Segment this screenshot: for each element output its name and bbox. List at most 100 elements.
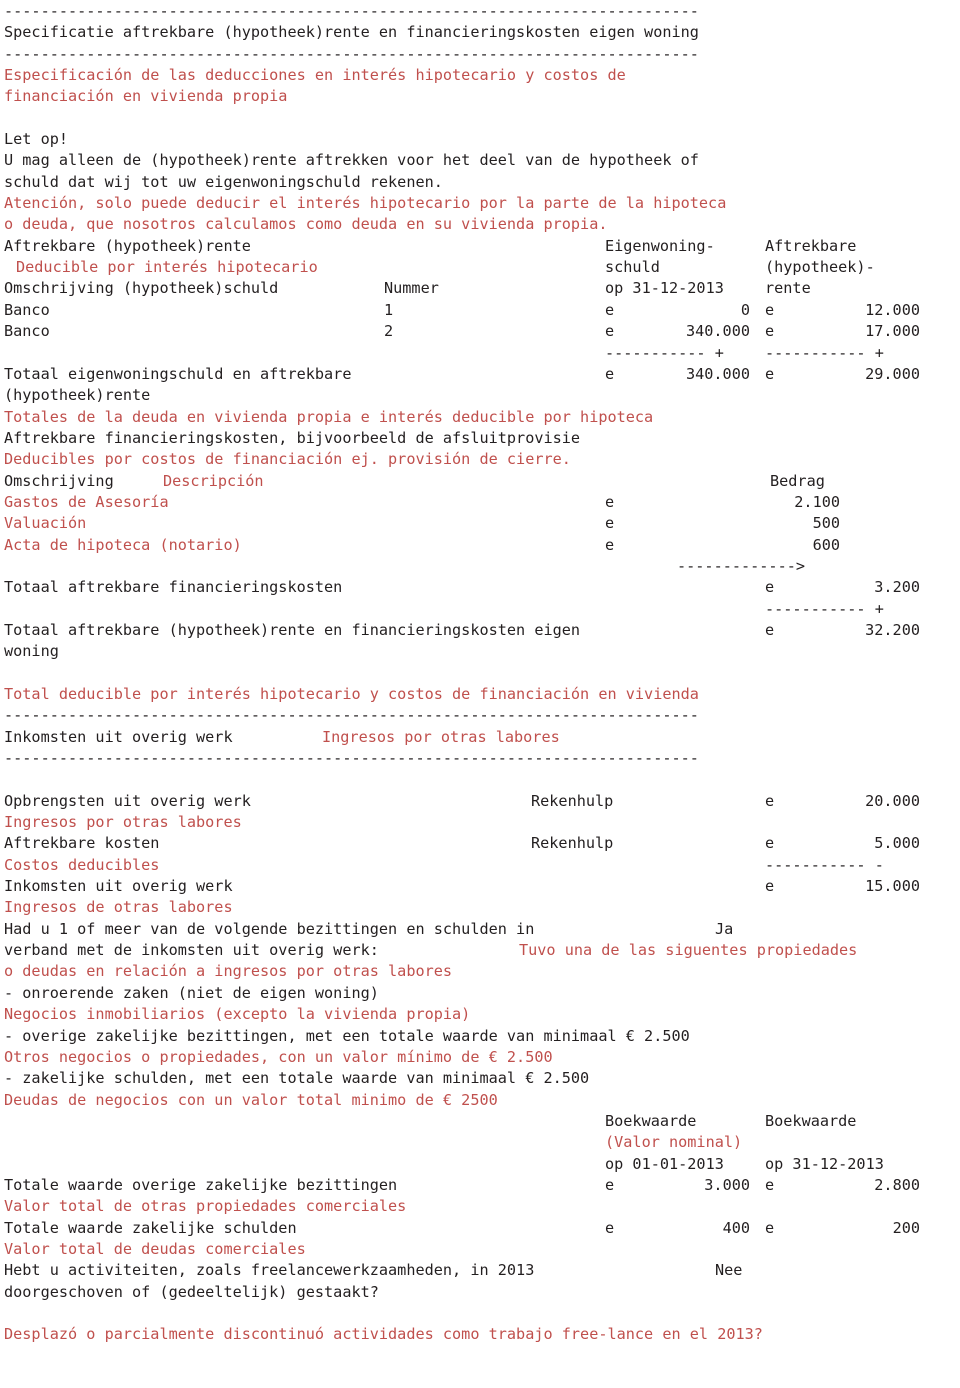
- value-row-label-es: Valor total de deudas comerciales: [4, 1239, 306, 1258]
- other-work-row-amount: 15.000: [865, 877, 920, 896]
- other-work-row-es-row: Costos deducibles ----------- -: [4, 855, 960, 876]
- horizontal-rule-top: ----------------------------------------…: [4, 2, 699, 20]
- financing-total-label: Totaal aftrekbare financieringskosten: [4, 578, 343, 597]
- subtotal-rule-interest: ----------- +: [765, 343, 884, 362]
- list-item: - onroerende zaken (niet de eigen woning…: [4, 983, 960, 1004]
- notice-es-line1: Atención, solo puede deducir el interés …: [4, 194, 727, 213]
- list-item: - zakelijke schulden, met een totale waa…: [4, 1068, 960, 1089]
- other-work-row-currency: e: [765, 791, 775, 810]
- notice-nl-line2-row: schuld dat wij tot uw eigenwoningschuld …: [4, 172, 960, 193]
- section-title-mortgage-es-line1: Especificación de las deducciones en int…: [4, 66, 626, 85]
- possessions-question-es-line2-row: o deudas en relación a ingresos por otra…: [4, 961, 960, 982]
- financing-row-amount: 500: [812, 514, 840, 533]
- horizontal-rule-other-work-bottom: ----------------------------------------…: [4, 749, 699, 768]
- other-work-row-es-row: Ingresos por otras labores: [4, 812, 960, 833]
- possessions-question-answer[interactable]: Ja: [715, 919, 733, 940]
- table-row: Acta de hipoteca (notario) e 600: [4, 535, 960, 556]
- financing-row-description: Gastos de Asesoría: [4, 492, 169, 511]
- book-value-date-2: op 31-12-2013: [765, 1154, 884, 1173]
- other-work-subtotal-rule: ----------- -: [765, 855, 884, 874]
- bullet-es: Deudas de negocios con un valor total mi…: [4, 1090, 498, 1109]
- financing-grand-rule: ----------- +: [765, 599, 884, 618]
- mortgage-table-heading-row: Aftrekbare (hypotheek)rente Eigenwoning-…: [4, 236, 960, 257]
- row-debt-currency: e: [605, 300, 615, 319]
- financing-col-head-desc-es: Descripción: [163, 471, 264, 490]
- section-title-mortgage-nl: Specificatie aftrekbare (hypotheek)rente…: [4, 23, 699, 42]
- mortgage-total-interest-currency: e: [765, 364, 775, 383]
- financing-heading-nl: Aftrekbare financieringskosten, bijvoorb…: [4, 428, 581, 447]
- financing-grand-total-currency: e: [765, 620, 775, 639]
- subtotal-rule-debt: ----------- +: [605, 343, 724, 362]
- tax-specification-document: ----------------------------------------…: [0, 0, 960, 1346]
- financing-grand-total-label-line2: woning: [4, 642, 59, 661]
- final-question-answer[interactable]: Nee: [715, 1260, 742, 1281]
- financing-arrow-rule-row: ------------->: [4, 556, 960, 577]
- financing-row-amount: 600: [812, 535, 840, 554]
- value-row-currency-1: e: [605, 1218, 615, 1237]
- table-row: Inkomsten uit overig werk e 15.000: [4, 876, 960, 897]
- table-row: Totale waarde overige zakelijke bezittin…: [4, 1175, 960, 1196]
- horizontal-rule-under-title: ----------------------------------------…: [4, 44, 699, 63]
- financing-grand-total-row: Totaal aftrekbare (hypotheek)rente en fi…: [4, 620, 960, 641]
- section-title-mortgage-es-line1-row: Especificación de las deducciones en int…: [4, 65, 960, 86]
- row-debt-currency: e: [605, 322, 615, 341]
- other-work-row-label-nl: Inkomsten uit overig werk: [4, 877, 233, 896]
- row-debt-amount: 0: [740, 300, 750, 319]
- col-head-interest-line3: rente: [765, 279, 811, 298]
- financing-row-currency: e: [605, 514, 615, 533]
- table-row: Banco 2 e 340.000 e 17.000: [4, 321, 960, 342]
- other-work-row-label-es: Ingresos por otras labores: [4, 813, 242, 832]
- financing-grand-total-label-line1: Totaal aftrekbare (hypotheek)rente en fi…: [4, 620, 581, 639]
- other-work-heading-row: Inkomsten uit overig werk Ingresos por o…: [4, 727, 960, 748]
- possessions-question-nl-line2: verband met de inkomsten uit overig werk…: [4, 941, 379, 960]
- col-head-interest-line2: (hypotheek)-: [765, 258, 875, 277]
- value-row-currency-2: e: [765, 1218, 775, 1237]
- list-item-es: Otros negocios o propiedades, con un val…: [4, 1047, 960, 1068]
- financing-total-currency: e: [765, 578, 775, 597]
- list-item-es: Deudas de negocios con un valor total mi…: [4, 1090, 960, 1111]
- financing-row-description: Valuación: [4, 514, 87, 533]
- mortgage-total-debt-currency: e: [605, 364, 615, 383]
- mortgage-subtotal-rule-row: ----------- + ----------- +: [4, 343, 960, 364]
- notice-nl-line1-row: U mag alleen de (hypotheek)rente aftrekk…: [4, 150, 960, 171]
- possessions-question-row: Had u 1 of meer van de volgende bezittin…: [4, 919, 960, 940]
- mortgage-table-heading-es-row: Deducible por interés hipotecario schuld…: [4, 257, 960, 278]
- other-work-row-helper[interactable]: Rekenhulp: [531, 833, 613, 854]
- mortgage-table-heading-es: Deducible por interés hipotecario: [16, 258, 318, 277]
- financing-row-currency: e: [605, 535, 615, 554]
- final-question-row: Hebt u activiteiten, zoals freelancewerk…: [4, 1260, 960, 1281]
- table-row: Opbrengsten uit overig werk Rekenhulp e …: [4, 791, 960, 812]
- possessions-question-line2-row: verband met de inkomsten uit overig werk…: [4, 940, 960, 961]
- value-row-label-nl: Totale waarde zakelijke schulden: [4, 1218, 297, 1237]
- value-row-amount-1: 400: [722, 1218, 750, 1237]
- other-work-row-label-es: Ingresos de otras labores: [4, 898, 233, 917]
- other-work-row-helper[interactable]: Rekenhulp: [531, 791, 613, 812]
- financing-grand-total-amount: 32.200: [865, 620, 920, 639]
- book-value-dates-row: op 01-01-2013 op 31-12-2013: [4, 1154, 960, 1175]
- financing-grand-total-label-es-row: Total deducible por interés hipotecario …: [4, 684, 960, 705]
- final-question-es-row: Desplazó o parcialmente discontinuó acti…: [4, 1324, 960, 1345]
- col-head-interest-line1: Aftrekbare: [765, 236, 857, 255]
- financing-total-amount: 3.200: [874, 578, 920, 597]
- financing-grand-total-label-line2-row: woning: [4, 641, 960, 662]
- row-debt-amount: 340.000: [685, 322, 750, 341]
- notice-es-line2-row: o deuda, que nosotros calculamos como de…: [4, 214, 960, 235]
- col-head-description: Omschrijving (hypotheek)schuld: [4, 279, 279, 298]
- financing-col-head-desc-nl: Omschrijving: [4, 471, 114, 490]
- bullet-nl: - overige zakelijke bezittingen, met een…: [4, 1026, 690, 1045]
- book-value-date-1: op 01-01-2013: [605, 1154, 724, 1173]
- value-row-label-es: Valor total de otras propiedades comerci…: [4, 1197, 407, 1216]
- notice-nl-line2: schuld dat wij tot uw eigenwoningschuld …: [4, 172, 443, 191]
- value-row-amount-2: 2.800: [874, 1175, 920, 1194]
- mortgage-total-label-line2-row: (hypotheek)rente: [4, 385, 960, 406]
- financing-heading-es-row: Deducibles por costos de financiación ej…: [4, 449, 960, 470]
- col-head-debt-line3: op 31-12-2013: [605, 279, 724, 298]
- final-question-nl-line2: doorgeschoven of (gedeeltelijk) gestaakt…: [4, 1282, 379, 1301]
- list-item-es: Negocios inmobiliarios (excepto la vivie…: [4, 1004, 960, 1025]
- notice-es-line1-row: Atención, solo puede deducir el interés …: [4, 193, 960, 214]
- possessions-question-es-line1: Tuvo una de las siguentes propiedades: [519, 941, 858, 960]
- notice-label: Let op!: [4, 130, 69, 149]
